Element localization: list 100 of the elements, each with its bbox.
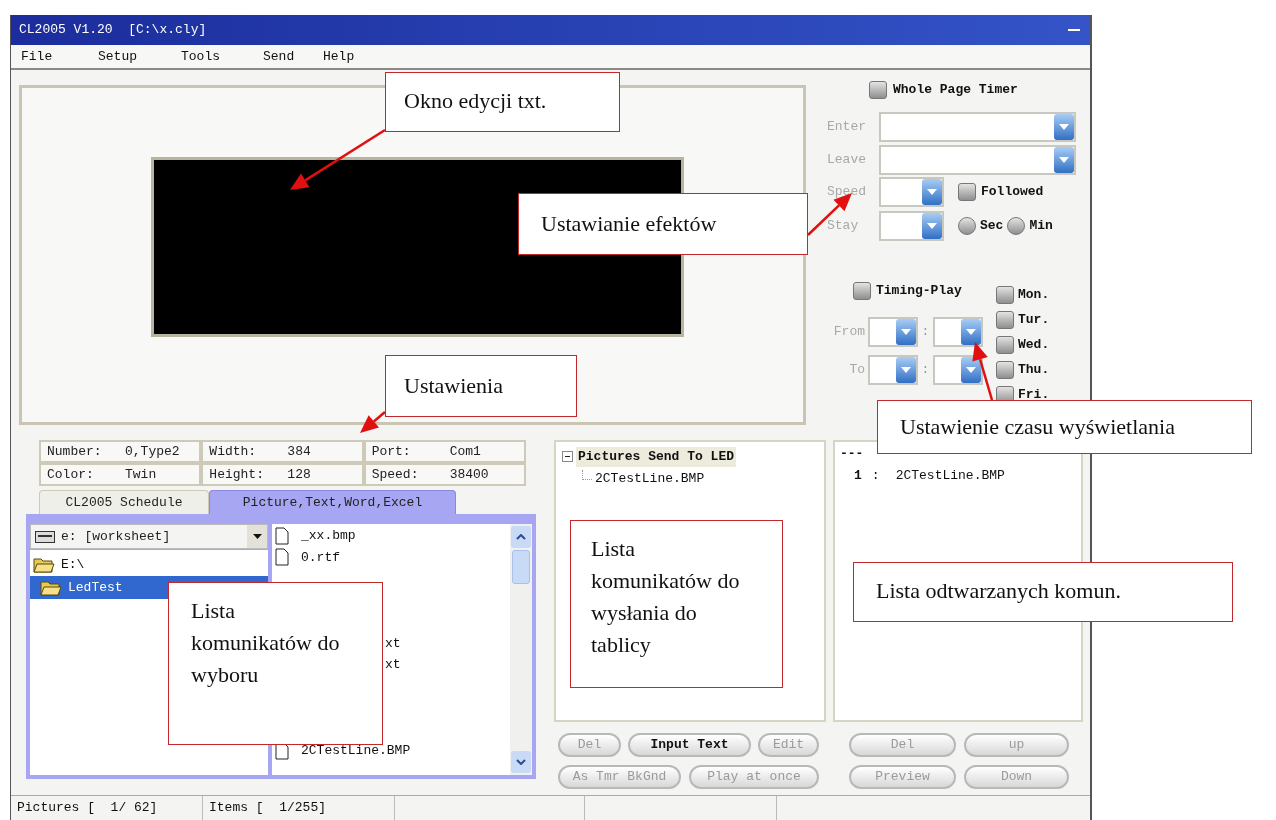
checkbox[interactable]: [958, 183, 976, 201]
radio-button[interactable]: [958, 217, 976, 235]
dropdown-field[interactable]: [933, 317, 983, 347]
info-value: 0,Type2: [125, 442, 180, 461]
item-number: 1: [854, 466, 862, 485]
tree-item[interactable]: 2CTestLine.BMP: [595, 468, 705, 488]
button[interactable]: Input Text: [628, 733, 751, 757]
checkbox[interactable]: [853, 282, 871, 300]
info-label: Port:: [371, 442, 412, 461]
scroll-thumb[interactable]: [512, 550, 530, 584]
checkbox-label: Thu.: [1018, 360, 1050, 379]
item-name: 2CTestLine.BMP: [895, 466, 1005, 485]
radio-label: Sec: [980, 217, 1004, 236]
callout-tooltip: Lista komunikatów do wyboru: [168, 582, 383, 745]
callout-tooltip: Okno edycji txt.: [385, 72, 620, 132]
drive-icon: [35, 530, 55, 543]
menu-item[interactable]: Help: [323, 46, 373, 67]
separator: :: [920, 361, 931, 380]
checkbox-label: Followed: [981, 183, 1044, 202]
caret-icon: [1059, 157, 1069, 163]
checkbox[interactable]: [996, 310, 1014, 329]
checkbox[interactable]: [996, 285, 1014, 304]
caret-icon: [252, 534, 262, 539]
field-label: Enter: [826, 118, 867, 137]
dropdown-field[interactable]: [879, 145, 1076, 175]
checkbox[interactable]: [996, 335, 1014, 354]
dropdown-field[interactable]: [879, 112, 1076, 142]
tree-item[interactable]: Pictures Send To LED: [576, 447, 737, 467]
info-label: Width:: [209, 442, 258, 461]
caret-icon: [927, 189, 937, 195]
file-entry[interactable]: 0.rtf: [275, 547, 340, 567]
menu-item[interactable]: Setup: [98, 46, 181, 67]
checkbox-label: Wed.: [1018, 335, 1050, 354]
checkbox-label: Mon.: [1018, 285, 1050, 304]
info-label: Color:: [47, 465, 95, 484]
chevron-down-icon: [516, 759, 526, 765]
file-entry[interactable]: xt: [385, 633, 401, 653]
tab[interactable]: Picture,Text,Word,Excel: [209, 490, 456, 514]
status-panel: Items [ 1/255]: [203, 796, 395, 820]
caret-icon: [901, 367, 911, 373]
dropdown-field[interactable]: [879, 177, 944, 207]
callout-tooltip: Ustawienie czasu wyświetlania: [877, 400, 1252, 454]
separator: :: [871, 466, 880, 485]
drive-dropdown[interactable]: e: [worksheet]: [30, 524, 268, 549]
file-entry[interactable]: _xx.bmp: [275, 526, 356, 546]
list-item[interactable]: 1 : 2CTestLine.BMP: [840, 465, 1081, 485]
callout-tooltip: Lista komunikatów do wysłania do tablicy: [570, 520, 783, 688]
chevron-up-icon: [516, 534, 526, 540]
field-label: Leave: [826, 151, 867, 170]
field-label: Stay: [826, 217, 860, 236]
status-panel: Pictures [ 1/ 62]: [11, 796, 203, 820]
callout-tooltip: Ustawienia: [385, 355, 577, 417]
checkbox[interactable]: [996, 360, 1014, 379]
callout-tooltip: Lista odtwarzanych komun.: [853, 562, 1233, 622]
caret-icon: [966, 367, 976, 373]
dropdown-field[interactable]: [879, 211, 944, 241]
dropdown-field[interactable]: [868, 355, 918, 385]
field-label: To: [848, 361, 866, 380]
field-label: Speed: [826, 183, 867, 202]
radio-label: Min: [1029, 217, 1053, 236]
checkbox-label: Timing-Play: [876, 282, 962, 301]
info-value: Com1: [449, 442, 481, 461]
dropdown-field[interactable]: [933, 355, 983, 385]
arrow: [360, 411, 386, 433]
file-entry[interactable]: xt: [385, 655, 401, 675]
menu-item[interactable]: File: [21, 46, 98, 67]
radio-button[interactable]: [1007, 217, 1026, 235]
info-label: Height:: [209, 465, 265, 484]
caret-icon: [927, 223, 937, 229]
file-icon: [275, 548, 289, 567]
folder-icon: [33, 556, 55, 573]
callout-tooltip: Ustawianie efektów: [518, 193, 808, 255]
info-value: 38400: [449, 465, 489, 484]
arrow: [972, 342, 994, 401]
folder-icon: [40, 579, 62, 596]
collapse-icon[interactable]: [562, 451, 573, 463]
window-title: CL2005 V1.20 [C:\x.cly]: [19, 21, 207, 40]
dropdown-button[interactable]: [247, 525, 267, 548]
checkbox[interactable]: [869, 81, 887, 99]
checkbox-label: Tur.: [1018, 310, 1050, 329]
field-label: From: [832, 323, 866, 342]
checkbox-label: Whole Page Timer: [893, 81, 1018, 100]
caret-icon: [1059, 124, 1069, 130]
info-value: 128: [287, 465, 311, 484]
list-header: ---: [840, 445, 864, 463]
tab[interactable]: CL2005 Schedule: [39, 490, 209, 514]
drive-value: e: [worksheet]: [61, 527, 172, 546]
scroll-up-button[interactable]: [511, 526, 531, 548]
scrollbar[interactable]: [510, 524, 532, 775]
tree-item[interactable]: E:\: [30, 553, 268, 576]
separator: :: [920, 323, 931, 342]
menu-item[interactable]: Tools: [181, 46, 263, 67]
info-label: Number:: [47, 442, 103, 461]
caret-icon: [966, 329, 976, 335]
info-value: 384: [287, 442, 311, 461]
caret-icon: [901, 329, 911, 335]
info-label: Speed:: [371, 465, 420, 484]
dropdown-field[interactable]: [868, 317, 918, 347]
menu-item[interactable]: Send: [263, 46, 323, 67]
scroll-down-button[interactable]: [511, 751, 531, 773]
